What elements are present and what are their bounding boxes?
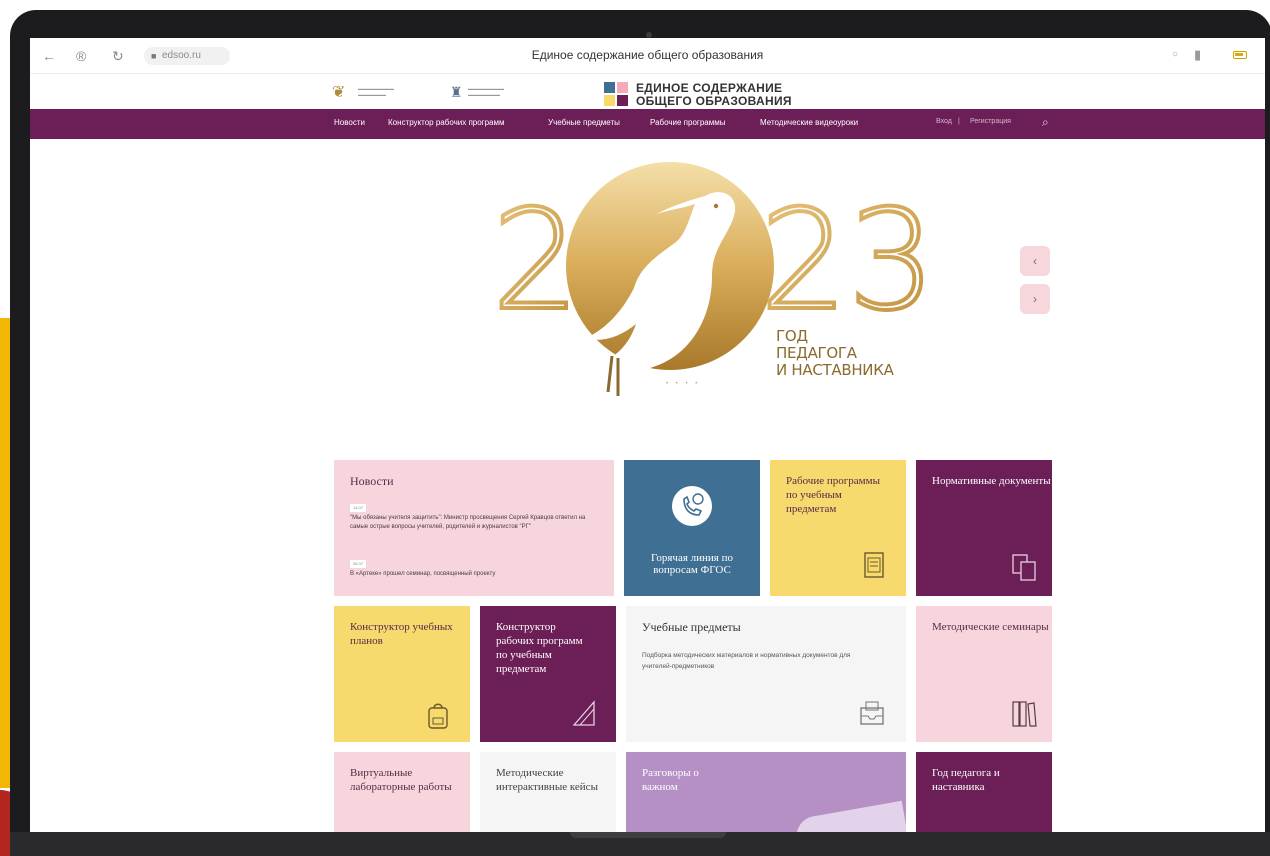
nav-item-news[interactable]: Новости <box>334 118 365 127</box>
tile-virtual-labs[interactable]: Виртуальные лабораторные работы <box>334 752 470 832</box>
main-navigation: Новости Конструктор рабочих программ Уче… <box>30 109 1265 139</box>
backpack-icon <box>428 703 448 729</box>
tile-year-teacher[interactable]: Год педагога и наставника <box>916 752 1052 832</box>
news-item[interactable]: 14.07 "Мы обязаны учителя защитить": Мин… <box>350 504 600 532</box>
tile-curriculum-constructor[interactable]: Конструктор учебных планов <box>334 606 470 742</box>
tile-curriculum-constructor-title: Конструктор учебных планов <box>350 621 453 647</box>
tile-subjects-title: Учебные предметы <box>642 620 741 634</box>
tab-indicator-icon[interactable]: ○ <box>1172 49 1178 60</box>
pelican-eye-icon <box>713 203 719 209</box>
logo-square-purple <box>617 95 628 106</box>
tile-virtual-labs-title: Виртуальные лабораторные работы <box>350 767 452 793</box>
browser-toolbar: ← ® ↻ ■ edsoo.ru Единое содержание общег… <box>30 38 1265 74</box>
hero-year-right: 23 <box>760 180 930 341</box>
slider-prev-button[interactable]: ‹ <box>1020 246 1050 276</box>
login-link[interactable]: Вход <box>936 118 952 125</box>
bookmark-icon[interactable]: ▮ <box>1194 47 1201 63</box>
decorative-shape <box>793 800 906 832</box>
register-link[interactable]: Регистрация <box>970 118 1011 125</box>
slider-next-button[interactable]: › <box>1020 284 1050 314</box>
tile-subjects-description: Подборка методических материалов и норма… <box>642 652 851 670</box>
news-date: 14.07 <box>350 504 367 512</box>
nav-item-program-constructor[interactable]: Конструктор рабочих программ <box>388 118 505 127</box>
nav-divider: | <box>958 118 960 125</box>
logo-square-yellow <box>604 95 615 106</box>
battery-icon <box>1233 51 1247 59</box>
site-logo-text: ЕДИНОЕ СОДЕРЖАНИЕ ОБЩЕГО ОБРАЗОВАНИЯ <box>636 82 792 108</box>
tile-year-teacher-title: Год педагога и наставника <box>932 767 1000 793</box>
tile-program-constructor[interactable]: Конструктор рабочих программ по учебным … <box>480 606 616 742</box>
news-date: 06.07 <box>350 560 367 568</box>
news-item[interactable]: 06.07 В «Артеке» прошел семинар, посвяще… <box>350 560 600 579</box>
nav-item-video-lessons[interactable]: Методические видеоуроки <box>760 118 858 127</box>
institute-emblem-icon: ♜ <box>450 84 463 100</box>
nav-item-work-programs[interactable]: Рабочие программы <box>650 118 725 127</box>
phone-chat-icon <box>672 486 712 526</box>
tile-news-title: Новости <box>350 474 394 488</box>
tile-normative-docs-title: Нормативные документы <box>932 475 1051 487</box>
institute-logo[interactable]: ♜ ▬▬▬▬▬▬▬▬▬ ▬▬▬▬▬▬▬▬ <box>450 82 550 104</box>
tile-news[interactable]: Новости 14.07 "Мы обязаны учителя защити… <box>334 460 614 596</box>
hero-caption: ГОД ПЕДАГОГА И НАСТАВНИКА <box>776 328 894 379</box>
document-icon <box>864 552 884 578</box>
inbox-tray-icon <box>860 701 884 725</box>
logo-square-pink <box>617 82 628 93</box>
institute-logo-text: ▬▬▬▬▬▬▬▬▬ ▬▬▬▬▬▬▬▬ <box>468 86 504 97</box>
ministry-logo-text: ▬▬▬▬▬▬▬▬▬ ▬▬▬▬▬▬▬ <box>358 86 394 97</box>
tile-interactive-cases[interactable]: Методические интерактивные кейсы <box>480 752 616 832</box>
tile-program-constructor-title: Конструктор рабочих программ по учебным … <box>496 621 583 675</box>
books-icon <box>1012 701 1037 727</box>
page-title: Единое содержание общего образования <box>531 48 764 62</box>
hero-caption-line2: ПЕДАГОГА <box>776 344 857 362</box>
ministry-logo[interactable]: ❦ ▬▬▬▬▬▬▬▬▬ ▬▬▬▬▬▬▬ <box>332 82 442 104</box>
site-logo[interactable]: ЕДИНОЕ СОДЕРЖАНИЕ ОБЩЕГО ОБРАЗОВАНИЯ <box>602 80 802 108</box>
site-logo-line2: ОБЩЕГО ОБРАЗОВАНИЯ <box>636 94 792 108</box>
nav-item-subjects[interactable]: Учебные предметы <box>548 118 620 127</box>
hero-caption-line3: И НАСТАВНИКА <box>776 361 894 379</box>
tile-interactive-cases-title: Методические интерактивные кейсы <box>496 767 598 793</box>
documents-icon <box>1012 554 1036 581</box>
laptop-notch <box>570 832 726 838</box>
search-icon[interactable]: ⌕ <box>1042 115 1049 130</box>
tile-important-talks[interactable]: Разговоры о важном <box>626 752 906 832</box>
tile-hotline[interactable]: Горячая линия по вопросам ФГОС <box>624 460 760 596</box>
tile-work-programs[interactable]: Рабочие программы по учебным предметам <box>770 460 906 596</box>
logo-square-blue <box>604 82 615 93</box>
hero-caption-line1: ГОД <box>776 327 808 345</box>
tile-important-talks-title: Разговоры о важном <box>642 767 699 793</box>
news-text: В «Артеке» прошел семинар, посвященный п… <box>350 571 496 577</box>
tile-work-programs-title: Рабочие программы по учебным предметам <box>786 475 880 515</box>
tile-normative-docs[interactable]: Нормативные документы <box>916 460 1052 596</box>
news-text: "Мы обязаны учителя защитить": Министр п… <box>350 515 586 530</box>
slider-dots[interactable]: • • • • <box>666 381 700 387</box>
ruler-triangle-icon <box>572 700 595 726</box>
tile-seminars[interactable]: Методические семинары <box>916 606 1052 742</box>
tile-seminars-title: Методические семинары <box>932 621 1049 633</box>
tile-subjects[interactable]: Учебные предметы Подборка методических м… <box>626 606 906 742</box>
browser-screen: ← ® ↻ ■ edsoo.ru Единое содержание общег… <box>30 38 1265 832</box>
eagle-emblem-icon: ❦ <box>332 84 346 101</box>
tile-hotline-title: Горячая линия по вопросам ФГОС <box>650 552 734 576</box>
